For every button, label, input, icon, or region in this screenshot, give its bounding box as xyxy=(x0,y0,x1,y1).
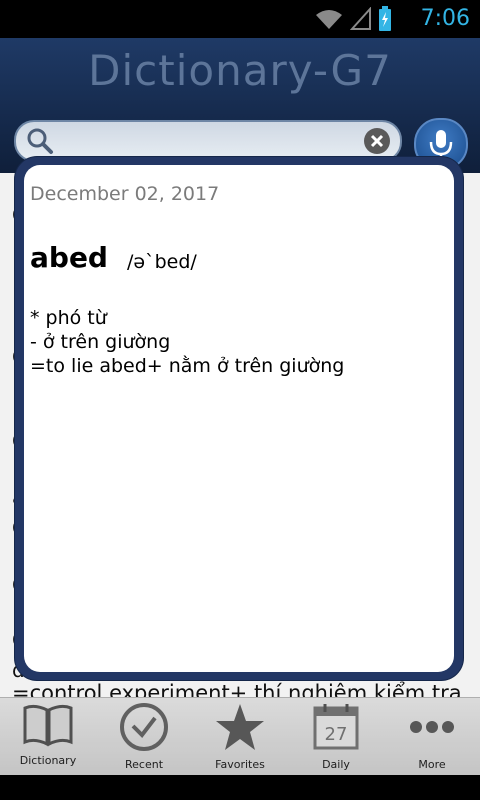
entry-date: December 02, 2017 xyxy=(30,183,220,205)
app-header: Dictionary-G7 xyxy=(0,38,480,173)
app-title: Dictionary-G7 xyxy=(88,46,392,95)
headword: abed xyxy=(30,241,108,274)
signal-icon xyxy=(350,7,371,30)
status-icons xyxy=(314,6,392,32)
word-detail-dialog: December 02, 2017 abed /ə`bed/ * phó từ … xyxy=(15,157,463,680)
search-input[interactable] xyxy=(14,120,402,162)
wifi-icon xyxy=(316,10,342,29)
battery-icon xyxy=(379,6,391,31)
phonetic: /ə`bed/ xyxy=(127,251,197,273)
definition-line: * phó từ xyxy=(30,307,107,329)
status-time: 7:06 xyxy=(420,6,470,31)
status-bar: 7:06 xyxy=(0,0,480,38)
clear-icon[interactable] xyxy=(362,126,392,156)
search-icon xyxy=(27,128,53,154)
definition-line: - ở trên giường xyxy=(30,331,171,353)
definition-line: =to lie abed+ nằm ở trên giường xyxy=(30,355,345,377)
dialog-content: December 02, 2017 abed /ə`bed/ * phó từ … xyxy=(24,165,454,672)
